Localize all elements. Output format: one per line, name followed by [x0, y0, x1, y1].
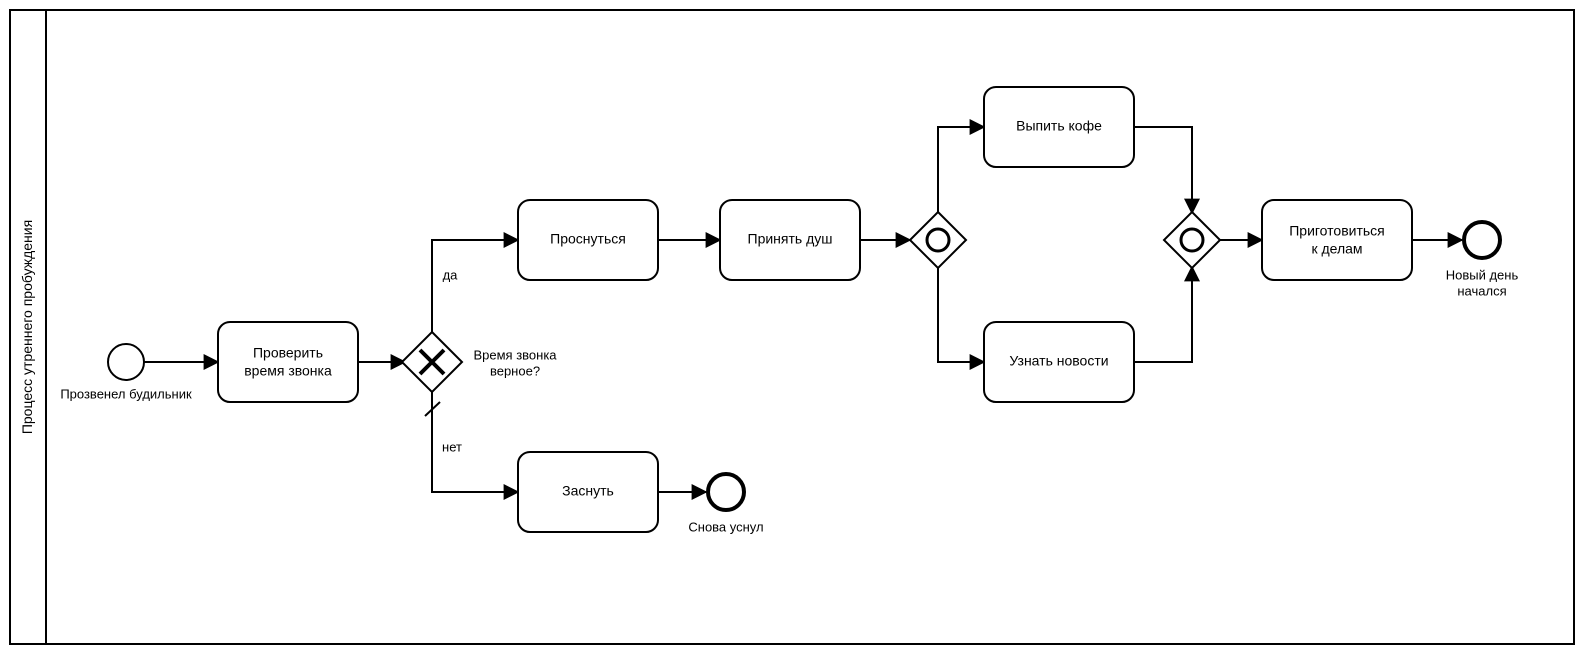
- start-event: Прозвенел будильник: [60, 344, 192, 401]
- svg-text:Заснуть: Заснуть: [562, 483, 614, 499]
- flow-gw-yes: да: [432, 240, 518, 332]
- gateway-yes-label: да: [443, 267, 459, 282]
- pool-title: Процесс утреннего пробуждения: [19, 220, 35, 434]
- task-wakeup: Проснуться: [518, 200, 658, 280]
- svg-text:Принять душ: Принять душ: [748, 231, 833, 247]
- inclusive-gateway-join: [1164, 212, 1220, 268]
- gateway-question-l1: Время звонка: [473, 347, 557, 362]
- svg-text:Проверить: Проверить: [253, 345, 323, 361]
- svg-text:Выпить кофе: Выпить кофе: [1016, 118, 1102, 134]
- svg-text:Проснуться: Проснуться: [550, 231, 626, 247]
- svg-text:начался: начался: [1457, 283, 1506, 298]
- gateway-question-l2: верное?: [490, 363, 540, 378]
- task-news: Узнать новости: [984, 322, 1134, 402]
- exclusive-gateway: Время звонка верное?: [402, 332, 557, 392]
- flow-split-to-coffee: [938, 127, 984, 212]
- task-check-time: Проверить время звонка: [218, 322, 358, 402]
- flow-coffee-to-join: [1134, 127, 1192, 213]
- svg-text:время звонка: время звонка: [244, 363, 332, 379]
- end-event-sleep: Снова уснул: [688, 474, 763, 534]
- svg-text:Узнать новости: Узнать новости: [1009, 353, 1108, 369]
- task-shower: Принять душ: [720, 200, 860, 280]
- bpmn-diagram: Процесс утреннего пробуждения Прозвенел …: [0, 0, 1584, 654]
- svg-text:Приготовиться: Приготовиться: [1289, 223, 1385, 239]
- flow-news-to-join: [1134, 267, 1192, 362]
- end-event-day: Новый день начался: [1446, 222, 1519, 298]
- flow-gw-no: нет: [425, 392, 518, 492]
- task-coffee: Выпить кофе: [984, 87, 1134, 167]
- svg-text:Прозвенел будильник: Прозвенел будильник: [60, 386, 192, 401]
- svg-text:Снова уснул: Снова уснул: [688, 519, 763, 534]
- task-prepare: Приготовиться к делам: [1262, 200, 1412, 280]
- svg-text:Новый день: Новый день: [1446, 267, 1519, 282]
- gateway-no-label: нет: [442, 439, 462, 454]
- svg-text:к делам: к делам: [1311, 241, 1362, 257]
- task-sleep: Заснуть: [518, 452, 658, 532]
- inclusive-gateway-split: [910, 212, 966, 268]
- flow-split-to-news: [938, 268, 984, 362]
